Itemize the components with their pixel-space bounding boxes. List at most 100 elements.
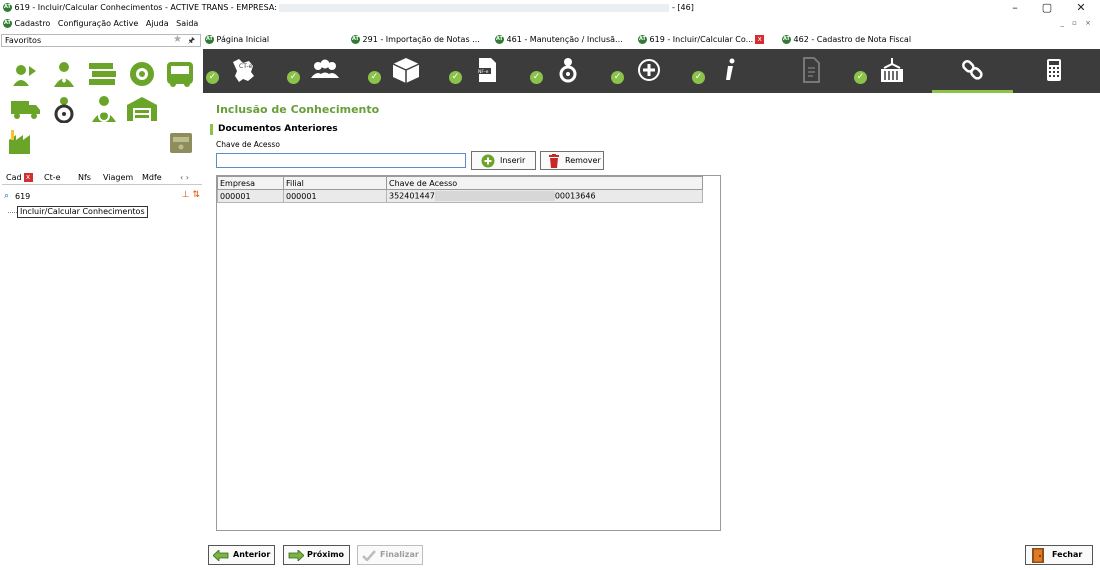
wheel-icon[interactable] <box>125 60 159 88</box>
window-title-suffix: - [46] <box>671 3 694 12</box>
cell-empresa[interactable]: 000001 <box>217 189 284 203</box>
driver-icon <box>559 58 577 83</box>
check-icon <box>362 550 376 561</box>
close-button[interactable]: Fechar <box>1025 545 1093 565</box>
person-icon[interactable] <box>47 60 81 88</box>
step-container[interactable]: ✓ <box>851 49 932 93</box>
container-icon <box>881 58 903 82</box>
menu-cadastro[interactable]: Cadastro <box>15 19 51 28</box>
close-icon[interactable]: x <box>23 173 33 182</box>
column-filial[interactable]: Filial <box>283 176 387 190</box>
sort-tools-icon[interactable]: ⊥ ⇅ <box>182 190 200 200</box>
chave-end: 00013646 <box>554 191 596 201</box>
column-chave[interactable]: Chave de Acesso <box>386 176 703 190</box>
factory-icon[interactable] <box>5 128 39 156</box>
star-icon[interactable]: ★ <box>173 34 182 45</box>
app-logo-icon: AT <box>638 35 647 44</box>
documents-table: Empresa Filial Chave de Acesso 000001 00… <box>217 176 703 203</box>
tab-scroll-arrows[interactable]: ‹ › <box>180 173 189 182</box>
link-icon <box>962 60 983 80</box>
tree-connector <box>8 212 17 213</box>
step-people[interactable]: ✓ <box>284 49 365 93</box>
step-calculate[interactable] <box>1013 49 1094 93</box>
close-tab-icon[interactable]: x <box>755 35 765 44</box>
next-button-label: Próximo <box>307 550 345 559</box>
driver-wheel-icon[interactable] <box>87 95 121 123</box>
window-title: AT 619 - Incluir/Calcular Conhecimentos … <box>3 3 694 12</box>
search-input[interactable]: 619 <box>15 192 30 201</box>
tab-cad[interactable]: Cad x <box>6 173 33 182</box>
wizard-step-bar: ✓ CT-e ✓ ✓ ✓ NF-e ✓ ✓ ✓ ✓ <box>203 49 1100 93</box>
chave-start: 352401447 <box>389 191 435 201</box>
insert-button-label: Inserir <box>500 156 526 165</box>
minimize-button[interactable]: – <box>1000 1 1030 14</box>
window-titlebar: AT 619 - Incluir/Calcular Conhecimentos … <box>0 0 1100 16</box>
favorites-bar: Favoritos ★ 🖈 <box>1 34 201 47</box>
maximize-button[interactable]: ▢ <box>1032 1 1062 14</box>
arrow-left-icon <box>213 550 229 561</box>
driver-icon[interactable] <box>47 95 81 124</box>
app-logo-icon: AT <box>3 19 12 28</box>
bus-icon[interactable] <box>163 60 197 88</box>
step-nfe[interactable]: ✓ NF-e <box>446 49 527 93</box>
step-package[interactable]: ✓ <box>365 49 446 93</box>
tab-461[interactable]: AT 461 - Manutenção / Inclusã... <box>495 33 623 47</box>
check-icon: ✓ <box>692 71 705 84</box>
cashbox-icon[interactable] <box>163 128 197 156</box>
app-logo-icon: AT <box>782 35 791 44</box>
favorites-label: Favoritos <box>5 36 42 45</box>
close-window-button[interactable]: ✕ <box>1066 1 1096 14</box>
vehicles-icon[interactable] <box>87 60 121 88</box>
check-icon: ✓ <box>206 71 219 84</box>
step-link[interactable] <box>932 49 1013 93</box>
step-driver[interactable]: ✓ <box>527 49 608 93</box>
tab-pagina-inicial[interactable]: AT Página Inicial <box>205 33 269 47</box>
tab-label: 462 - Cadastro de Nota Fiscal <box>793 35 912 44</box>
app-logo-icon: AT <box>351 35 360 44</box>
tab-viagem[interactable]: Viagem <box>103 173 133 182</box>
finish-button[interactable]: Finalizar <box>357 545 423 565</box>
tree-item-incluir-calcular[interactable]: Incluir/Calcular Conhecimentos <box>17 206 148 218</box>
trash-icon <box>549 154 559 168</box>
warehouse-icon[interactable] <box>125 95 159 123</box>
column-empresa[interactable]: Empresa <box>217 176 284 190</box>
menu-configuracao[interactable]: Configuração Active <box>58 19 138 28</box>
access-key-input[interactable] <box>216 153 466 168</box>
close-button-label: Fechar <box>1052 550 1083 559</box>
tab-cte[interactable]: Ct-e <box>44 173 61 182</box>
remove-button[interactable]: Remover <box>540 151 604 170</box>
step-map[interactable]: ✓ CT-e <box>203 49 284 93</box>
tab-619[interactable]: AT 619 - Incluir/Calcular Co... x <box>638 33 765 47</box>
step-info[interactable]: ✓ <box>689 49 770 93</box>
mdi-controls[interactable]: _ ▫ × <box>1060 19 1094 27</box>
menu-bar: AT Cadastro Configuração Active Ajuda Sa… <box>0 17 1100 31</box>
tab-nfs[interactable]: Nfs <box>78 173 91 182</box>
next-button[interactable]: Próximo <box>283 545 350 565</box>
pin-icon[interactable]: 🖈 <box>188 35 195 49</box>
user-arrow-icon[interactable] <box>9 60 43 88</box>
tab-462[interactable]: AT 462 - Cadastro de Nota Fiscal <box>782 33 911 47</box>
tab-label: 619 - Incluir/Calcular Co... <box>649 35 754 44</box>
menu-search: ⌕ 619 ⊥ ⇅ <box>2 190 202 204</box>
app-logo-icon: AT <box>205 35 214 44</box>
insert-button[interactable]: Inserir <box>471 151 536 170</box>
truck-icon[interactable] <box>9 95 43 123</box>
key-field-label: Chave de Acesso <box>216 140 280 149</box>
app-logo-icon: AT <box>3 3 12 12</box>
document-tabs: AT Página Inicial AT 291 - Importação de… <box>205 33 925 47</box>
menu-saida[interactable]: Saida <box>176 19 198 28</box>
cell-chave[interactable]: 352401447 00013646 <box>386 189 703 203</box>
info-icon <box>726 58 735 80</box>
step-document[interactable] <box>770 49 851 93</box>
step-add[interactable]: ✓ <box>608 49 689 93</box>
previous-button[interactable]: Anterior <box>208 545 275 565</box>
plus-icon <box>638 59 660 81</box>
favorite-shortcuts <box>0 50 205 162</box>
menu-ajuda[interactable]: Ajuda <box>146 19 169 28</box>
table-row[interactable]: 000001 000001 352401447 00013646 <box>217 189 703 203</box>
door-icon <box>1032 548 1044 563</box>
nfe-document-icon: NF-e <box>477 58 496 82</box>
cell-filial[interactable]: 000001 <box>283 189 387 203</box>
tab-291[interactable]: AT 291 - Importação de Notas ... <box>351 33 480 47</box>
tab-mdfe[interactable]: Mdfe <box>142 173 162 182</box>
